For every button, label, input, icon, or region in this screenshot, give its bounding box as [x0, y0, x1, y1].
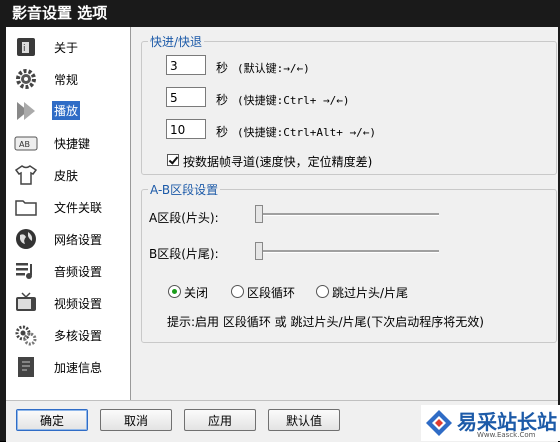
sidebar-item-label: 音频设置: [54, 265, 103, 279]
svg-text:i: i: [23, 44, 26, 54]
watermark-subtext: Www.Easck.Com: [477, 431, 536, 439]
options-window: 影音设置 选项 i 关于 常规 播放 AB 快捷键 皮肤 文件关联 网络设置 音…: [0, 0, 560, 442]
b-section-label: B区段(片尾):: [149, 247, 219, 261]
tshirt-icon: [14, 165, 38, 185]
sidebar-item-playback[interactable]: 播放: [14, 97, 128, 125]
sidebar-item-hotkeys[interactable]: AB 快捷键: [14, 129, 128, 157]
mode-loop-radio[interactable]: [231, 285, 244, 298]
tv-icon: [16, 292, 36, 311]
seek-default-hint: (默认键:→/←): [237, 62, 310, 75]
seek-default-input[interactable]: 3: [166, 55, 206, 75]
watermark-emblem-icon: [426, 410, 452, 436]
cpu-gears-icon: [15, 325, 37, 346]
title-bar: 影音设置 选项: [0, 0, 560, 26]
sidebar-item-audio[interactable]: 音频设置: [14, 257, 128, 285]
cancel-button[interactable]: 取消: [100, 409, 172, 431]
a-section-slider-track[interactable]: [255, 213, 439, 216]
sidebar-item-label: 皮肤: [54, 169, 79, 183]
play-icon: [17, 102, 35, 120]
sidebar-item-label: 播放: [52, 101, 81, 120]
folder-icon: [15, 200, 37, 216]
sidebar-item-label: 网络设置: [54, 233, 103, 247]
content-panel: 快进/快退 3 秒 (默认键:→/←) 5 秒 (快捷键:Ctrl+ →/←) …: [131, 27, 558, 400]
globe-icon: [16, 229, 36, 249]
gear-icon: [16, 69, 36, 89]
sidebar-item-label: 关于: [54, 41, 79, 55]
default-button[interactable]: 默认值: [268, 409, 340, 431]
window-title: 影音设置 选项: [12, 4, 108, 22]
sidebar-item-label: 加速信息: [54, 361, 103, 375]
mode-skip-label: 跳过片头/片尾: [332, 286, 409, 300]
seek-ctrl-alt-unit: 秒: [216, 125, 229, 139]
sidebar-item-general[interactable]: 常规: [14, 65, 128, 93]
info-icon: i: [17, 38, 35, 56]
sidebar-item-file-association[interactable]: 文件关联: [14, 193, 128, 221]
b-section-slider-track[interactable]: [255, 250, 439, 253]
sidebar-item-network[interactable]: 网络设置: [14, 225, 128, 253]
sidebar-item-label: 多核设置: [54, 329, 103, 343]
accel-page-icon: [18, 357, 34, 377]
sidebar-item-about[interactable]: i 关于: [14, 33, 128, 61]
mode-off-radio[interactable]: [168, 285, 181, 298]
seek-default-unit: 秒: [216, 61, 229, 75]
sidebar-item-label: 视频设置: [54, 297, 103, 311]
audio-list-icon: [16, 263, 32, 279]
sidebar-item-multicore[interactable]: 多核设置: [14, 321, 128, 349]
keyframe-seek-checkbox[interactable]: [167, 154, 179, 166]
keyboard-ab-icon: AB: [14, 136, 38, 151]
keyframe-seek-label: 按数据帧寻道(速度快，定位精度差): [183, 155, 373, 169]
sidebar-item-video[interactable]: 视频设置: [14, 289, 128, 317]
mode-off-label: 关闭: [184, 286, 209, 300]
seek-ctrl-alt-hint: (快捷键:Ctrl+Alt+ →/←): [237, 126, 376, 139]
ab-tip-text: 提示:启用 区段循环 或 跳过片头/片尾(下次启动程序将无效): [167, 315, 484, 329]
seek-ctrl-alt-input[interactable]: 10: [166, 119, 206, 139]
sidebar-item-label: 常规: [54, 73, 79, 87]
seek-group-legend: 快进/快退: [150, 35, 203, 49]
apply-button[interactable]: 应用: [184, 409, 256, 431]
sidebar: i 关于 常规 播放 AB 快捷键 皮肤 文件关联 网络设置 音频设置 视频设置…: [6, 27, 131, 400]
seek-ctrl-hint: (快捷键:Ctrl+ →/←): [237, 94, 350, 107]
a-section-label: A区段(片头):: [149, 211, 219, 225]
b-section-slider-thumb[interactable]: [255, 242, 263, 260]
mode-skip-radio[interactable]: [316, 285, 329, 298]
sidebar-item-acceleration[interactable]: 加速信息: [14, 353, 128, 381]
ab-group-legend: A-B区段设置: [150, 183, 219, 197]
ok-button[interactable]: 确定: [16, 409, 88, 431]
sidebar-item-label: 快捷键: [54, 137, 91, 151]
sidebar-item-label: 文件关联: [54, 201, 103, 215]
mode-loop-label: 区段循环: [247, 286, 296, 300]
svg-text:AB: AB: [19, 140, 30, 149]
sidebar-item-skin[interactable]: 皮肤: [14, 161, 128, 189]
watermark-logo: 易采站长站 Www.Easck.Com: [421, 405, 560, 441]
a-section-slider-thumb[interactable]: [255, 205, 263, 223]
dialog-body: i 关于 常规 播放 AB 快捷键 皮肤 文件关联 网络设置 音频设置 视频设置…: [6, 27, 558, 400]
seek-ctrl-unit: 秒: [216, 93, 229, 107]
seek-ctrl-input[interactable]: 5: [166, 87, 206, 107]
